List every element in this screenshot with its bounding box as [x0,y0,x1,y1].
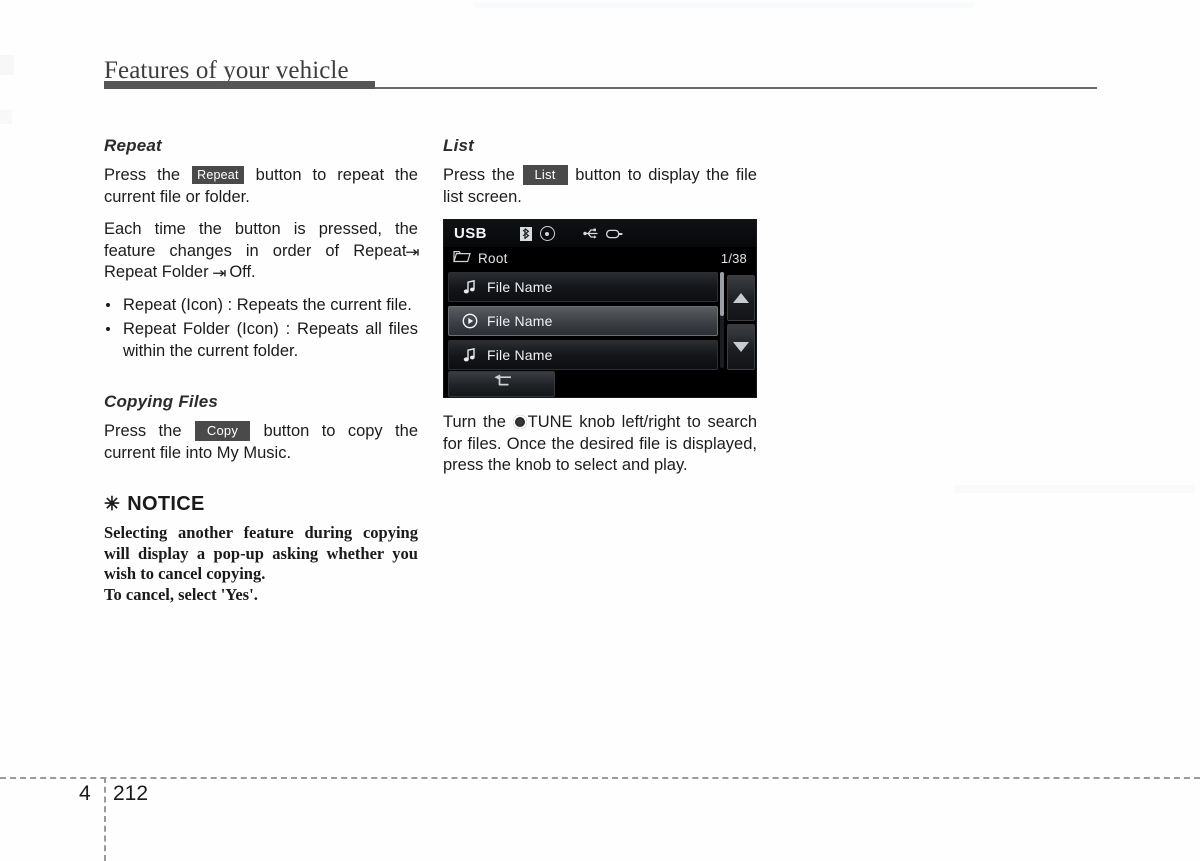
right-column: List Press the List button to display th… [443,136,757,210]
left-column: Repeat Press the Repeat button to repeat… [104,136,420,605]
repeat-para2-before: Each time the button is pressed, the fea… [104,220,418,260]
play-circle-icon [461,313,478,329]
usb-file-list-screen: USB Root 1/38 File Name File Name File N… [443,219,757,398]
section-heading-repeat: Repeat [104,136,162,155]
file-list-row-3[interactable]: File Name [448,340,718,370]
file-name-label: File Name [487,313,553,329]
asterisk-icon: ✳ [104,494,121,515]
copy-keycap[interactable]: Copy [194,421,251,441]
repeat-bullet-list: Repeat (Icon) : Repeats the current file… [104,295,418,363]
triangle-up-icon [733,293,749,303]
bullet-dot-icon [106,327,110,331]
list-paragraph: Press the List button to display the fil… [443,165,757,208]
notice-line-1: Selecting another feature during copying… [104,523,418,583]
footer-divider [0,777,1200,779]
repeat-para2-after: Off. [229,263,256,281]
copying-para-before: Press the [104,422,182,440]
scan-artifact-left-lower [0,110,12,124]
notice-body: Selecting another feature during copying… [104,523,418,605]
repeat-para2-mid: Repeat Folder [104,263,209,281]
back-arrow-icon [490,374,514,394]
usb-plug-icon [605,229,623,239]
bullet-text: Repeat (Icon) : Repeats the current file… [123,295,412,314]
repeat-paragraph-2: Each time the button is pressed, the fea… [104,219,420,284]
order-arrow-2-icon: ⇥ [212,265,226,282]
list-item: Repeat (Icon) : Repeats the current file… [104,295,418,317]
music-note-icon [461,280,478,294]
bullet-dot-icon [106,302,110,307]
tune-paragraph: Turn the TUNE knob left/right to search … [443,412,757,477]
list-item: Repeat Folder (Icon) : Repeats all files… [104,319,418,362]
triangle-down-icon [733,342,749,352]
screen-titlebar: USB [444,220,756,247]
screen-file-list: File Name File Name File Name [448,272,718,374]
screen-path-label: Root [478,251,508,266]
bluetooth-icon [519,226,532,241]
repeat-keycap[interactable]: Repeat [192,166,244,184]
file-list-row-1[interactable]: File Name [448,272,718,302]
notice-heading-label: NOTICE [127,493,205,515]
tune-knob-icon [512,415,527,429]
scan-artifact-right [955,485,1195,493]
tune-para-before: Turn the [443,413,506,431]
screen-title: USB [454,225,487,242]
scan-artifact-top [474,2,974,8]
notice-line-2: To cancel, select 'Yes'. [104,584,258,604]
file-name-label: File Name [487,347,553,363]
screen-page-count: 1/38 [720,251,747,266]
header-rule-thick [104,81,375,89]
list-keycap[interactable]: List [522,165,568,185]
copying-paragraph: Press the Copy button to copy the curren… [104,421,418,464]
scan-artifact-left-upper [0,55,14,75]
page-number: 212 [113,782,149,805]
disc-icon [539,226,555,241]
order-arrow-1-icon: ⇥ [405,243,420,261]
footer-vertical-divider [104,777,106,861]
scroll-down-button[interactable] [727,324,755,370]
notice-heading: ✳ NOTICE [104,493,418,516]
chapter-number: 4 [79,782,91,805]
bullet-text: Repeat Folder (Icon) : Repeats all files… [123,320,418,360]
status-icon-group [519,226,623,241]
screen-path-bar: Root 1/38 [444,247,756,270]
section-heading-list: List [443,136,475,155]
header-rule [104,79,1097,91]
usb-icon [583,228,599,239]
file-name-label: File Name [487,279,553,295]
music-note-icon [461,348,478,362]
repeat-paragraph-1: Press the Repeat button to repeat the cu… [104,165,418,208]
file-list-row-2[interactable]: File Name [448,306,718,336]
manual-page: Features of your vehicle Repeat Press th… [0,0,1200,861]
back-button[interactable] [448,371,555,397]
section-heading-copying-files: Copying Files [104,392,219,411]
list-para-before: Press the [443,166,515,184]
tune-instruction-block: Turn the TUNE knob left/right to search … [443,412,757,479]
scroll-up-button[interactable] [727,275,755,321]
folder-icon [453,250,471,268]
repeat-para1-before: Press the [104,166,181,184]
screen-scrollbar-thumb[interactable] [720,272,724,316]
